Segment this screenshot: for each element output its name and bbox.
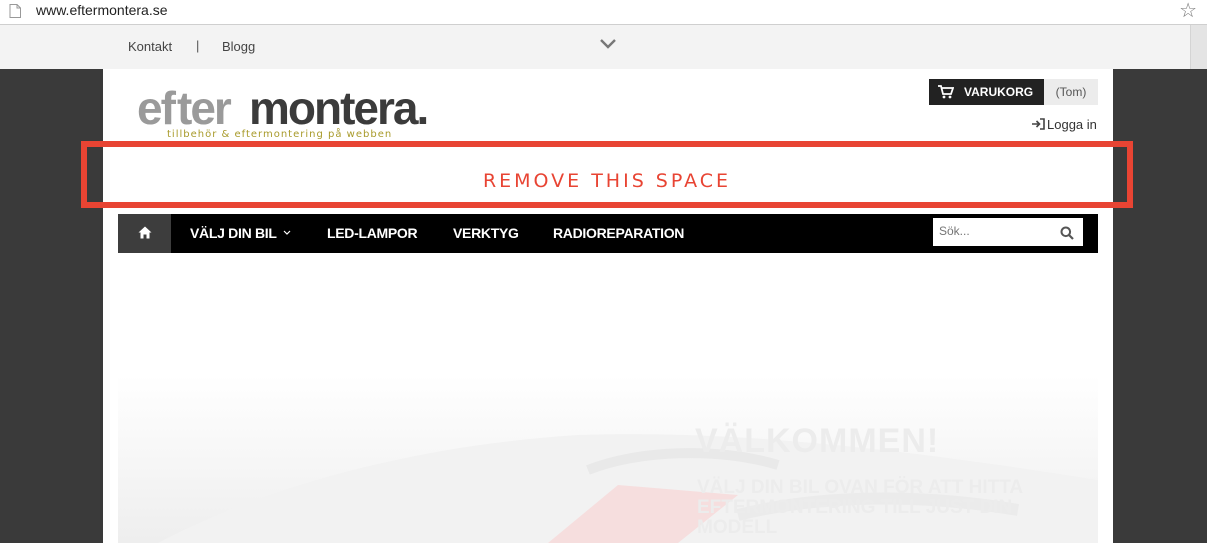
topbar-separator: |	[196, 38, 200, 53]
search-input[interactable]	[939, 224, 1049, 238]
nav-item-verktyg[interactable]: VERKTYG	[453, 225, 519, 241]
chevron-down-icon	[283, 230, 291, 235]
svg-text:montera.se: montera.se	[249, 82, 427, 134]
home-icon	[138, 226, 152, 239]
nav-item-radioreparation[interactable]: RADIOREPARATION	[553, 225, 684, 241]
login-label: Logga in	[1047, 117, 1097, 132]
kontakt-link[interactable]: Kontakt	[128, 39, 172, 54]
top-utility-bar: Kontakt | Blogg	[0, 25, 1207, 69]
login-link[interactable]: Logga in	[1032, 117, 1097, 132]
nav-home[interactable]	[118, 214, 171, 253]
scrollbar-edge	[1190, 25, 1207, 69]
svg-text:ter: ter	[177, 82, 232, 134]
search-icon[interactable]	[1060, 226, 1074, 240]
blogg-link[interactable]: Blogg	[222, 39, 255, 54]
cart-status[interactable]: (Tom)	[1044, 79, 1098, 105]
svg-text:tillbehör & eftermontering på: tillbehör & eftermontering på webben	[167, 127, 392, 140]
annotation-box: REMOVE THIS SPACE	[81, 141, 1133, 208]
nav-item-led-lampor[interactable]: LED-LAMPOR	[327, 225, 418, 241]
cart-button[interactable]: VARUKORG	[929, 79, 1044, 105]
page-icon	[9, 4, 21, 18]
search-box	[933, 218, 1083, 246]
cart-icon	[938, 85, 954, 99]
svg-text:ef: ef	[137, 82, 177, 134]
site-logo[interactable]: ef ter montera.se tillbehör & eftermonte…	[137, 80, 427, 140]
browser-address-bar: www.eftermontera.se ☆	[0, 0, 1207, 25]
url-field[interactable]: www.eftermontera.se	[36, 2, 168, 18]
bookmark-star-icon[interactable]: ☆	[1179, 1, 1197, 21]
hero-subtitle: VÄLJ DIN BIL OVAN FÖR ATT HITTA EFTERMON…	[697, 477, 1023, 538]
annotation-text: REMOVE THIS SPACE	[482, 170, 732, 192]
hero-title: VÄLKOMMEN!	[695, 422, 940, 460]
chevron-down-icon[interactable]	[598, 37, 618, 51]
hero-banner: VÄLKOMMEN! VÄLJ DIN BIL OVAN FÖR ATT HIT…	[118, 375, 1098, 543]
cart-label: VARUKORG	[964, 85, 1034, 99]
nav-item-label: VÄLJ DIN BIL	[190, 225, 277, 241]
sign-in-icon	[1032, 118, 1045, 130]
nav-item-valj-din-bil[interactable]: VÄLJ DIN BIL	[190, 225, 291, 241]
